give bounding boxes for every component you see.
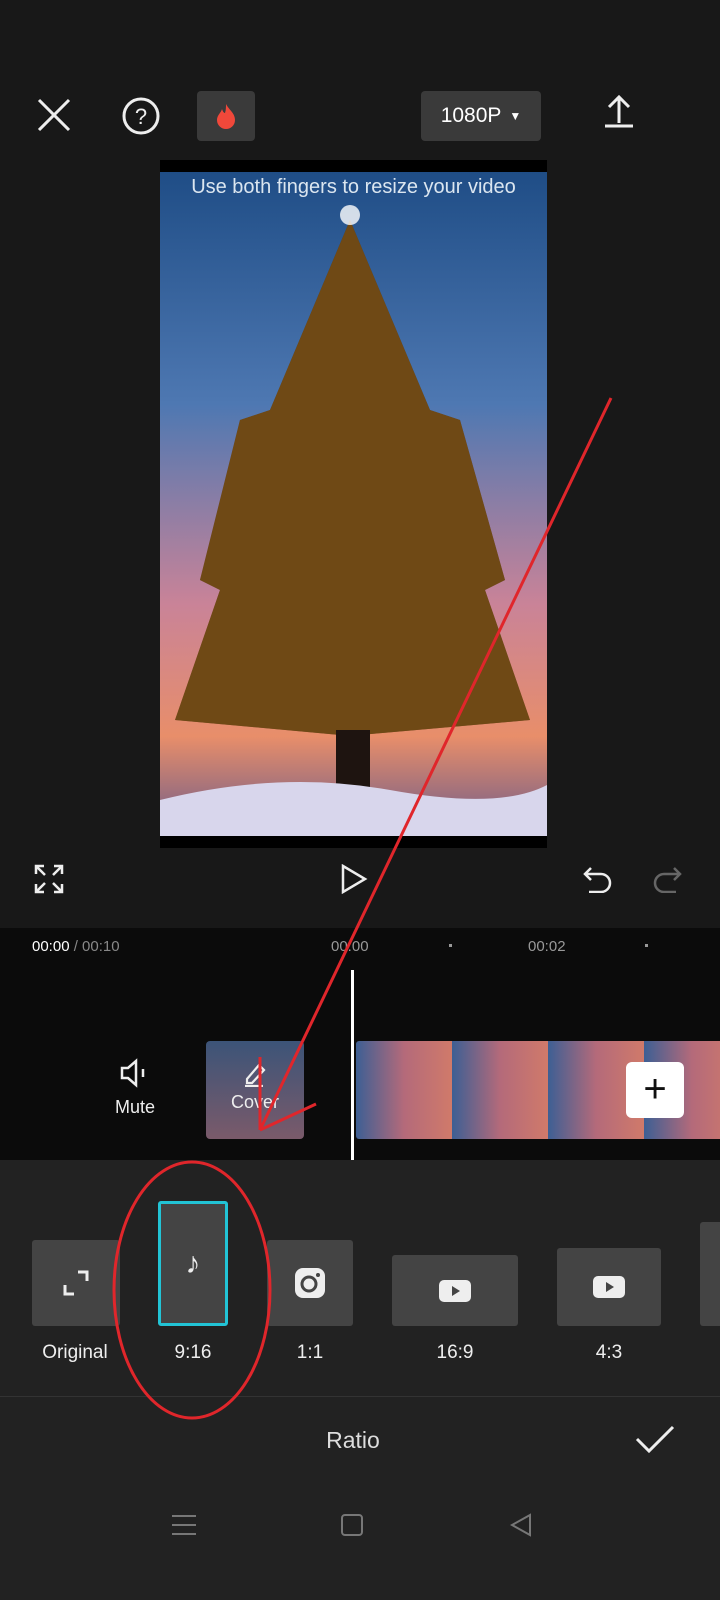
tick-label: 00:00	[331, 938, 369, 955]
cover-label: Cover	[230, 1092, 279, 1112]
youtube-icon	[439, 1279, 471, 1302]
mute-button[interactable]: Mute	[95, 1058, 175, 1118]
resize-hint: Use both fingers to resize your video	[191, 176, 516, 198]
fire-button[interactable]	[197, 91, 255, 141]
back-icon[interactable]	[510, 1513, 532, 1537]
divider	[0, 1396, 720, 1397]
current-time: 00:00	[32, 938, 70, 955]
cover-button[interactable]: Cover	[206, 1041, 304, 1139]
playhead[interactable]	[351, 970, 354, 1160]
fullscreen-icon[interactable]	[34, 864, 64, 894]
video-preview[interactable]: Use both fingers to resize your video	[160, 160, 547, 848]
svg-text:?: ?	[135, 104, 147, 129]
ratio-original[interactable]	[32, 1240, 120, 1326]
ratio-label: 1:1	[296, 1342, 324, 1363]
total-time: / 00:10	[73, 938, 120, 955]
mute-label: Mute	[114, 1097, 156, 1117]
video-frame	[160, 172, 547, 836]
ratio-4-3[interactable]	[557, 1248, 661, 1326]
ratio-1-1[interactable]	[267, 1240, 353, 1326]
timeline[interactable]: 00:00 / 00:10 00:00 00:02 Mute Cover +	[0, 928, 720, 1160]
caret-down-icon: ▼	[509, 109, 522, 123]
resolution-dropdown[interactable]: 1080P ▼	[421, 91, 541, 141]
instagram-icon	[295, 1268, 325, 1298]
add-clip-button[interactable]: +	[626, 1062, 684, 1118]
play-icon[interactable]	[340, 864, 368, 894]
edit-icon	[245, 1063, 266, 1088]
upload-icon[interactable]	[603, 93, 635, 129]
home-icon[interactable]	[341, 1514, 363, 1536]
ratio-9-16[interactable]: ♪	[158, 1201, 228, 1326]
help-icon[interactable]: ?	[121, 96, 161, 136]
ratio-16-9[interactable]	[392, 1255, 518, 1326]
redo-icon[interactable]	[652, 865, 682, 893]
ratio-label: 16:9	[436, 1342, 474, 1363]
tiktok-icon: ♪	[185, 1246, 201, 1280]
speaker-icon	[120, 1058, 145, 1088]
ratio-more[interactable]	[700, 1222, 720, 1326]
menu-icon[interactable]	[172, 1514, 196, 1536]
time-readout: 00:00 / 00:10	[32, 938, 120, 955]
check-icon[interactable]	[635, 1425, 675, 1455]
ratio-label: Original	[42, 1342, 108, 1363]
close-icon[interactable]	[36, 97, 72, 133]
tick-label: 00:02	[528, 938, 566, 955]
ratio-label: 9:16	[174, 1342, 212, 1363]
expand-icon	[63, 1270, 89, 1296]
fire-icon	[217, 104, 235, 129]
youtube-icon	[593, 1276, 625, 1298]
resolution-value: 1080P	[440, 104, 502, 127]
ratio-label: 4:3	[595, 1342, 623, 1363]
undo-icon[interactable]	[583, 865, 613, 893]
panel-title: Ratio	[326, 1427, 380, 1453]
